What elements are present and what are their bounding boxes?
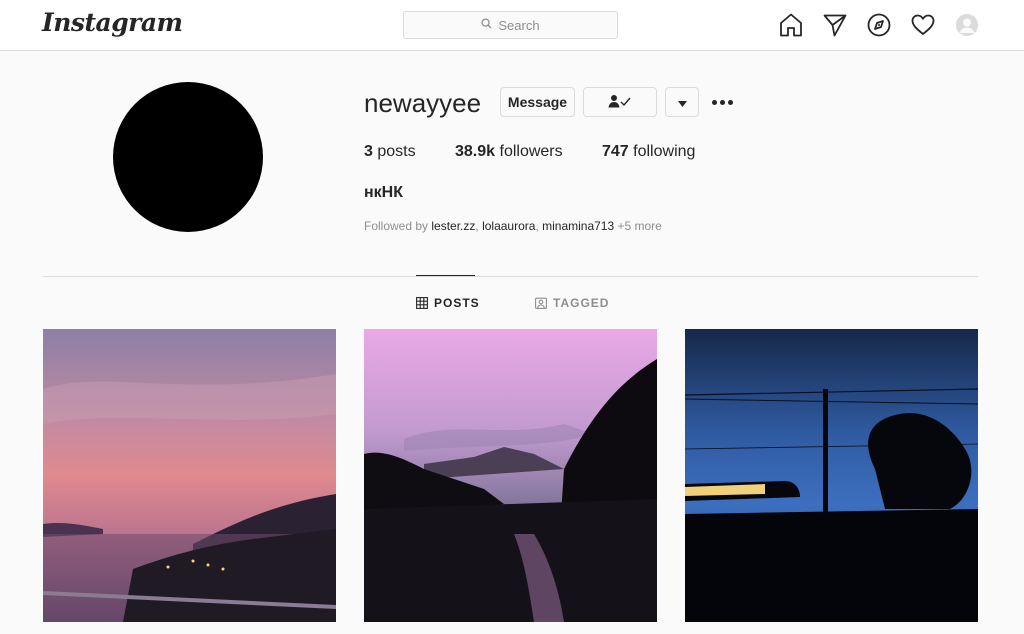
post-thumbnail[interactable] bbox=[364, 329, 657, 622]
followers-count-label: followers bbox=[499, 143, 563, 160]
message-button[interactable]: Message bbox=[500, 87, 575, 117]
profile-full-name: нкНК bbox=[364, 184, 403, 201]
followed-by-text[interactable]: Followed by lester.zz, lolaaurora, minam… bbox=[364, 219, 662, 233]
suggestions-dropdown-button[interactable] bbox=[665, 87, 699, 117]
followed-by-prefix: Followed by bbox=[364, 219, 429, 233]
grid-icon bbox=[416, 297, 428, 309]
tab-posts-label: POSTS bbox=[434, 296, 480, 310]
more-options-icon[interactable] bbox=[712, 94, 736, 110]
following-count-label: following bbox=[633, 143, 696, 160]
following-count-value: 747 bbox=[602, 143, 629, 160]
followed-by-more[interactable]: +5 more bbox=[618, 219, 662, 233]
active-tab-indicator bbox=[416, 275, 475, 276]
following-button[interactable] bbox=[583, 87, 657, 117]
post-thumbnail[interactable] bbox=[685, 329, 978, 622]
profile-avatar[interactable] bbox=[956, 14, 978, 36]
followed-by-account[interactable]: minamina713 bbox=[542, 219, 614, 233]
posts-count-label: posts bbox=[377, 143, 416, 160]
followers-count-value: 38.9k bbox=[455, 143, 496, 160]
posts-count-value: 3 bbox=[364, 143, 373, 160]
search-placeholder: Search bbox=[498, 17, 540, 33]
caret-down-icon bbox=[677, 94, 687, 110]
followers-count[interactable]: 38.9k followers bbox=[455, 143, 563, 161]
following-count[interactable]: 747 following bbox=[602, 143, 695, 161]
search-input[interactable]: Search bbox=[403, 11, 618, 39]
search-icon bbox=[481, 16, 492, 34]
tab-tagged[interactable]: TAGGED bbox=[535, 296, 609, 310]
tab-posts[interactable]: POSTS bbox=[416, 296, 480, 310]
home-icon[interactable] bbox=[778, 12, 804, 38]
top-nav-bar: Instagram Search bbox=[0, 0, 1024, 51]
followed-by-account[interactable]: lolaaurora bbox=[482, 219, 535, 233]
profile-picture[interactable] bbox=[113, 82, 263, 232]
instagram-logo[interactable]: Instagram bbox=[42, 8, 183, 37]
activity-icon[interactable] bbox=[910, 12, 936, 38]
tabs-divider bbox=[43, 276, 978, 277]
person-check-icon bbox=[608, 94, 632, 111]
posts-count: 3 posts bbox=[364, 143, 416, 161]
direct-icon[interactable] bbox=[822, 12, 848, 38]
tagged-icon bbox=[535, 297, 547, 309]
followed-by-account[interactable]: lester.zz bbox=[431, 219, 475, 233]
tab-tagged-label: TAGGED bbox=[553, 296, 610, 310]
explore-icon[interactable] bbox=[866, 12, 892, 38]
post-thumbnail[interactable] bbox=[43, 329, 336, 622]
profile-username: newayyee bbox=[364, 88, 482, 118]
